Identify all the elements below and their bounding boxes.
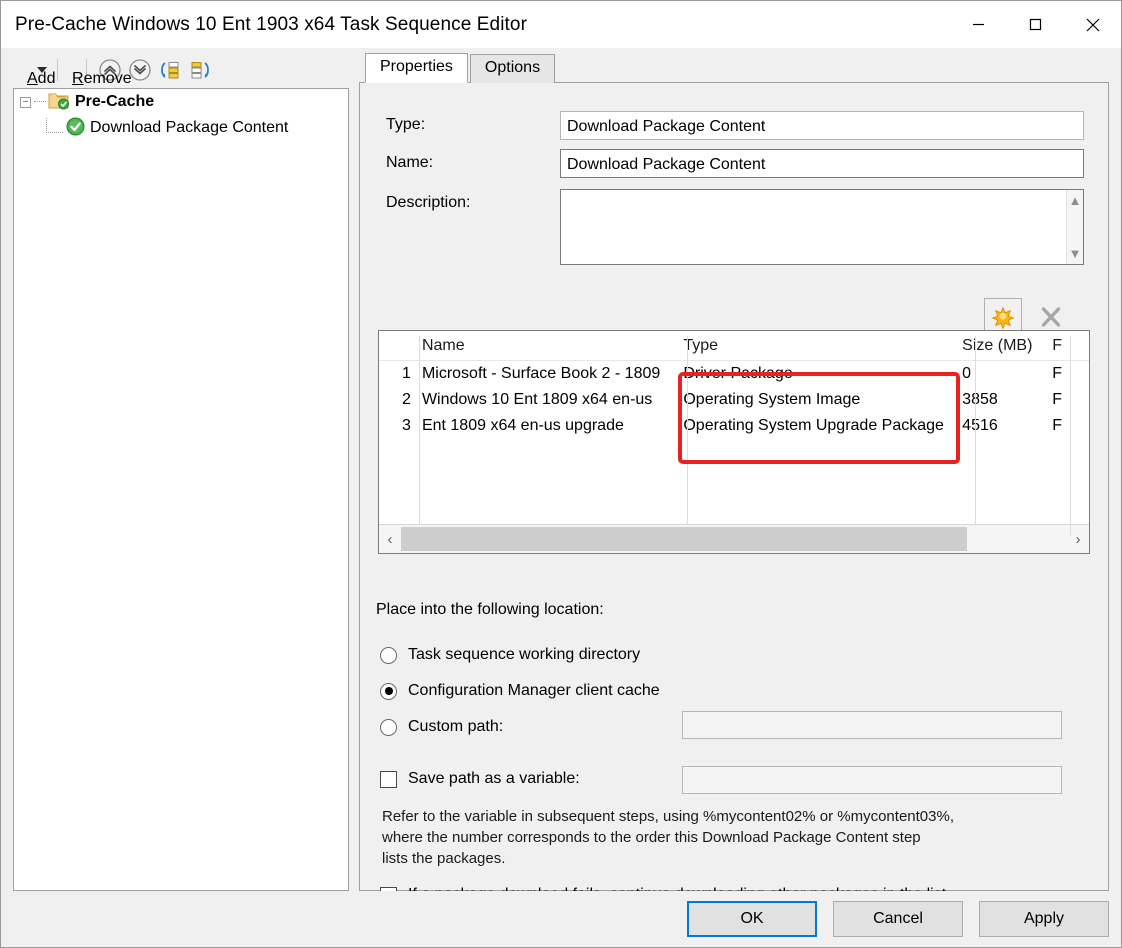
task-sequence-tree[interactable]: − Pre-Cache Download Package Content — [13, 88, 349, 891]
description-field[interactable]: ▲ ▼ — [560, 189, 1084, 265]
variable-help-line-3: lists the packages. — [382, 850, 506, 867]
tab-options[interactable]: Options — [469, 54, 556, 83]
scroll-left-icon[interactable]: ‹ — [379, 531, 401, 548]
row-size: 0 — [962, 365, 972, 382]
row-name: Windows 10 Ent 1809 x64 en-us — [421, 391, 653, 408]
task-sequence-editor-window: Pre-Cache Windows 10 Ent 1903 x64 Task S… — [0, 0, 1122, 948]
sequence-pane: Add Remove − Pre-Cache Download Package … — [13, 51, 349, 891]
window-title: Pre-Cache Windows 10 Ent 1903 x64 Task S… — [15, 13, 528, 35]
packages-list-rows: 1 Microsoft - Surface Book 2 - 1809 Driv… — [379, 336, 1089, 536]
table-row[interactable]: 1 Microsoft - Surface Book 2 - 1809 Driv… — [379, 361, 1089, 387]
add-button-label: Add — [27, 69, 56, 87]
sequence-toolbar: Add Remove — [13, 51, 349, 88]
tree-item-download-package-content-label: Download Package Content — [90, 119, 289, 136]
window-controls — [950, 1, 1121, 48]
save-path-variable-field[interactable] — [682, 766, 1062, 794]
packages-list[interactable]: Name Type Size (MB) F 1 Microsoft - Surf… — [378, 330, 1090, 554]
column-divider-3 — [975, 336, 976, 536]
description-textarea[interactable] — [561, 190, 1066, 264]
dialog-footer: OK Cancel Apply — [1, 891, 1121, 947]
properties-pane: Properties Options Type: Download Packag… — [359, 51, 1109, 904]
row-index: 1 — [402, 365, 411, 382]
row-name: Ent 1809 x64 en-us upgrade — [421, 417, 624, 434]
column-divider-2 — [687, 336, 688, 536]
packages-list-horizontal-scrollbar[interactable]: ‹ › — [379, 524, 1089, 553]
checkbox-save-path-as-variable[interactable]: Save path as a variable: — [380, 770, 580, 788]
tree-item-download-package-content[interactable]: Download Package Content — [14, 115, 348, 141]
col-header-name[interactable]: Name — [420, 337, 679, 355]
folder-check-icon — [48, 91, 70, 114]
radio-icon[interactable] — [380, 682, 397, 700]
custom-path-field[interactable] — [682, 711, 1062, 739]
row-type: Driver Package — [683, 365, 793, 382]
column-divider-1 — [419, 336, 420, 536]
scroll-down-icon[interactable]: ▼ — [1069, 247, 1082, 260]
minimize-button[interactable] — [950, 1, 1007, 48]
checkbox-label: Save path as a variable: — [408, 770, 580, 787]
type-field: Download Package Content — [560, 111, 1084, 140]
tree-connector — [34, 101, 46, 103]
add-group-icon[interactable] — [157, 57, 183, 83]
tree-item-pre-cache[interactable]: − Pre-Cache — [14, 89, 348, 115]
packages-list-header: Name Type Size (MB) F — [379, 331, 1089, 361]
scrollbar-thumb[interactable] — [401, 527, 968, 551]
scrollbar-track[interactable] — [401, 525, 1067, 553]
tree-connector-elbow — [46, 117, 63, 133]
row-index: 2 — [402, 391, 411, 408]
variable-help-line-2: where the number corresponds to the orde… — [382, 829, 921, 846]
radio-label: Task sequence working directory — [408, 646, 641, 663]
row-size: 4516 — [962, 417, 998, 434]
description-label: Description: — [386, 194, 471, 211]
collapse-expander-icon[interactable]: − — [20, 96, 31, 108]
scroll-up-icon[interactable]: ▲ — [1069, 194, 1082, 207]
properties-tab-panel: Type: Download Package Content Name: Dow… — [359, 82, 1109, 904]
row-type: Operating System Image — [683, 391, 861, 408]
copy-icon[interactable] — [187, 57, 213, 83]
row-name: Microsoft - Surface Book 2 - 1809 — [421, 365, 661, 382]
table-row[interactable]: 2 Windows 10 Ent 1809 x64 en-us Operatin… — [379, 387, 1089, 413]
star-icon — [991, 306, 1015, 329]
name-label: Name: — [386, 154, 434, 171]
remove-button-label: Remove — [72, 69, 132, 87]
tab-strip: Properties Options — [359, 51, 1109, 83]
radio-icon[interactable] — [380, 646, 397, 664]
dialog-body: Add Remove − Pre-Cache Download Package … — [1, 48, 1121, 947]
variable-help-line-1: Refer to the variable in subsequent step… — [382, 808, 954, 825]
radio-configuration-manager-client-cache[interactable]: Configuration Manager client cache — [380, 682, 660, 700]
table-row[interactable]: 3 Ent 1809 x64 en-us upgrade Operating S… — [379, 413, 1089, 439]
radio-label: Configuration Manager client cache — [408, 682, 660, 699]
type-label: Type: — [386, 116, 426, 133]
title-bar: Pre-Cache Windows 10 Ent 1903 x64 Task S… — [1, 1, 1121, 48]
close-button[interactable] — [1064, 1, 1121, 48]
tab-properties[interactable]: Properties — [365, 53, 468, 83]
delete-x-icon — [1041, 307, 1061, 327]
location-group-label: Place into the following location: — [376, 601, 604, 618]
variable-help-text: Refer to the variable in subsequent step… — [382, 806, 1042, 869]
apply-button[interactable]: Apply — [979, 901, 1109, 937]
col-header-type[interactable]: Type — [679, 337, 958, 355]
toolbar-divider-1 — [57, 58, 58, 81]
col-header-size[interactable]: Size (MB) — [958, 337, 1050, 355]
row-index: 3 — [402, 417, 411, 434]
row-size: 3858 — [962, 391, 998, 408]
maximize-button[interactable] — [1007, 1, 1064, 48]
checkbox-icon[interactable] — [380, 770, 397, 788]
green-check-icon — [66, 117, 85, 140]
column-divider-4 — [1070, 336, 1071, 536]
tree-item-pre-cache-label: Pre-Cache — [75, 93, 155, 110]
add-button[interactable]: Add — [21, 68, 55, 87]
ok-button[interactable]: OK — [687, 901, 817, 937]
radio-custom-path[interactable]: Custom path: — [380, 718, 503, 736]
description-scrollbar[interactable]: ▲ ▼ — [1066, 190, 1083, 264]
radio-icon[interactable] — [380, 718, 397, 736]
name-field[interactable]: Download Package Content — [560, 149, 1084, 178]
cancel-button[interactable]: Cancel — [833, 901, 963, 937]
radio-label: Custom path: — [408, 718, 504, 735]
remove-button[interactable]: Remove — [66, 68, 132, 87]
row-type: Operating System Upgrade Package — [683, 417, 944, 434]
radio-task-sequence-working-directory[interactable]: Task sequence working directory — [380, 646, 640, 664]
